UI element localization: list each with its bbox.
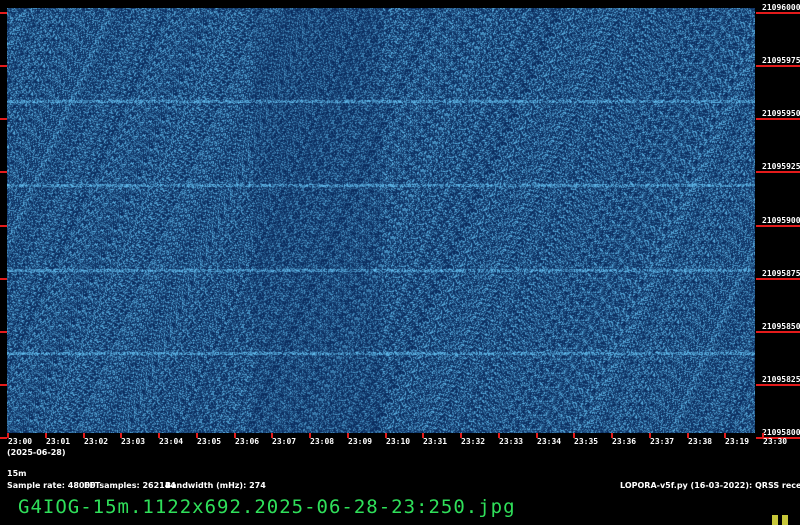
frequency-tick	[756, 278, 800, 280]
corner-mark-icon	[772, 515, 792, 525]
time-label: 23:30	[763, 437, 788, 446]
frequency-tick	[756, 171, 800, 173]
sample-rate-label: Sample rate: 48000	[7, 481, 96, 490]
frequency-label: 21096000	[762, 3, 800, 12]
time-label: 23:37	[650, 437, 675, 446]
left-tick	[0, 437, 7, 439]
frequency-label: 21095950	[762, 109, 800, 118]
time-label: 23:31	[423, 437, 448, 446]
left-tick	[0, 171, 7, 173]
time-label: 23:34	[537, 437, 562, 446]
frequency-label: 21095875	[762, 269, 800, 278]
time-label: 23:01	[46, 437, 71, 446]
frequency-tick	[756, 384, 800, 386]
frequency-label: 21095800	[762, 428, 800, 437]
fft-samples-label: FFTsamples: 262144	[84, 481, 176, 490]
time-label: 23:38	[688, 437, 713, 446]
time-label: 23:36	[612, 437, 637, 446]
left-tick	[0, 118, 7, 120]
time-label: 23:06	[235, 437, 260, 446]
left-tick	[0, 384, 7, 386]
spectrogram-noise	[7, 8, 755, 433]
left-tick	[0, 65, 7, 67]
time-label: 23:10	[386, 437, 411, 446]
left-tick	[0, 278, 7, 280]
frequency-tick	[756, 12, 800, 14]
time-label: 23:32	[461, 437, 486, 446]
frequency-tick	[756, 331, 800, 333]
frequency-tick	[756, 118, 800, 120]
software-label: LOPORA-v5f.py (16-03-2022): QRSS recepti…	[620, 481, 800, 490]
time-label: 23:05	[197, 437, 222, 446]
frequency-label: 21095850	[762, 322, 800, 331]
left-tick	[0, 225, 7, 227]
bandwidth-label: Bandwidth (mHz): 274	[165, 481, 266, 490]
left-tick	[0, 12, 7, 14]
frequency-label: 21095900	[762, 216, 800, 225]
qrss-grabber-screen: 21096000 21095975 21095950 21095925 21095900…	[0, 0, 800, 525]
time-label: 23:00	[8, 437, 33, 446]
band-label: 15m	[7, 469, 27, 478]
frequency-tick	[756, 225, 800, 227]
time-label: 23:09	[348, 437, 373, 446]
time-label: 23:33	[499, 437, 524, 446]
image-filename: G4IOG-15m.1122x692.2025-06-28-23:250.jpg	[18, 496, 516, 518]
left-tick	[0, 331, 7, 333]
frequency-label: 21095925	[762, 162, 800, 171]
time-label: 23:08	[310, 437, 335, 446]
time-axis-date: (2025-06-28)	[7, 448, 66, 457]
time-label: 23:07	[272, 437, 297, 446]
waterfall-spectrogram	[7, 8, 755, 433]
time-label: 23:35	[574, 437, 599, 446]
frequency-label: 21095975	[762, 56, 800, 65]
time-label: 23:03	[121, 437, 146, 446]
frequency-tick	[756, 65, 800, 67]
time-label: 23:02	[84, 437, 109, 446]
frequency-label: 21095825	[762, 375, 800, 384]
time-label: 23:19	[725, 437, 750, 446]
time-label: 23:04	[159, 437, 184, 446]
